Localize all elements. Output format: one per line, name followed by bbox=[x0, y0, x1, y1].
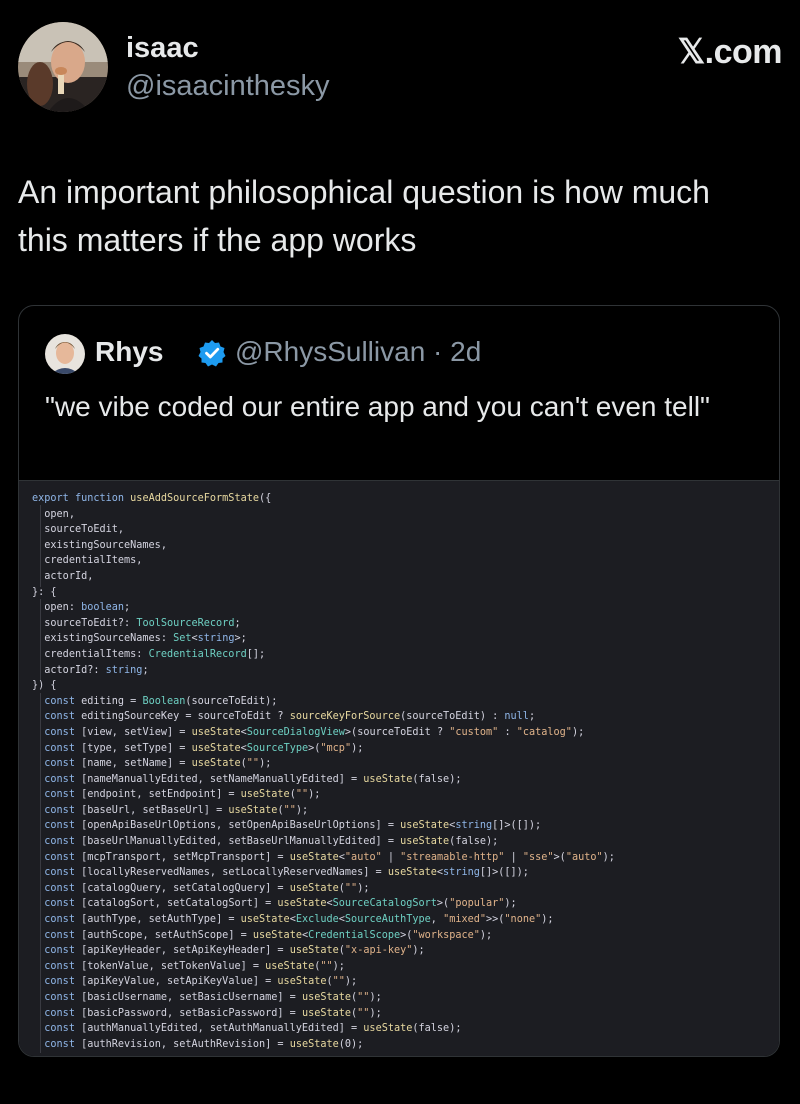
tweet-text: An important philosophical question is h… bbox=[18, 174, 710, 258]
code-line: const [view, setView] = useState<SourceD… bbox=[44, 726, 585, 738]
x-logo: 𝕏.com bbox=[677, 33, 783, 71]
quoted-tweet[interactable]: Rhys @RhysSullivan · 2d "we vibe coded o… bbox=[18, 305, 780, 1057]
code-line: const [nameManuallyEdited, setNameManual… bbox=[44, 773, 462, 785]
code-line: export function useAddSourceFormState({ bbox=[32, 493, 272, 504]
author-handle[interactable]: @isaacinthesky bbox=[126, 70, 330, 103]
code-line: const [authRevision, setAuthRevision] = … bbox=[44, 1038, 364, 1050]
code-block: export function useAddSourceFormState({ … bbox=[32, 491, 615, 1052]
code-line: const [mcpTransport, setMcpTransport] = … bbox=[44, 851, 615, 863]
code-line: actorId, bbox=[44, 570, 94, 582]
code-screenshot: export function useAddSourceFormState({ … bbox=[19, 480, 779, 1056]
code-line: credentialItems: CredentialRecord[]; bbox=[44, 648, 266, 660]
code-line: existingSourceNames, bbox=[44, 539, 167, 551]
quoted-author-avatar[interactable] bbox=[45, 334, 85, 374]
code-line: const editingSourceKey = sourceToEdit ? … bbox=[44, 711, 536, 723]
code-line: const [endpoint, setEndpoint] = useState… bbox=[44, 789, 321, 801]
quoted-author-handle[interactable]: @RhysSullivan · 2d bbox=[235, 336, 481, 368]
quoted-tweet-header: Rhys @RhysSullivan · 2d bbox=[45, 334, 765, 374]
code-line: const [type, setType] = useState<SourceT… bbox=[44, 742, 364, 754]
tweet-header: isaac @isaacinthesky 𝕏.com bbox=[18, 22, 783, 118]
code-line: const [basicPassword, setBasicPassword] … bbox=[44, 1007, 382, 1019]
code-line: }) { bbox=[32, 680, 57, 692]
code-line: const [apiKeyValue, setApiKeyValue] = us… bbox=[44, 976, 358, 988]
code-line: const [catalogSort, setCatalogSort] = us… bbox=[44, 898, 517, 910]
code-line: const [authScope, setAuthScope] = useSta… bbox=[44, 929, 493, 941]
code-line: open: boolean; bbox=[44, 602, 131, 614]
code-line: const [name, setName] = useState(""); bbox=[44, 758, 272, 770]
code-line: actorId?: string; bbox=[44, 664, 149, 676]
code-line: const [authManuallyEdited, setAuthManual… bbox=[44, 1023, 462, 1035]
code-line: }: { bbox=[32, 586, 57, 598]
code-line: const [basicUsername, setBasicUsername] … bbox=[44, 992, 382, 1003]
code-line: const [openApiBaseUrlOptions, setOpenApi… bbox=[44, 820, 542, 832]
code-line: sourceToEdit, bbox=[44, 524, 125, 536]
code-line: const [baseUrl, setBaseUrl] = useState("… bbox=[44, 804, 309, 816]
verified-badge-icon bbox=[198, 340, 226, 367]
code-line: const [tokenValue, setTokenValue] = useS… bbox=[44, 960, 345, 972]
quoted-author-name[interactable]: Rhys bbox=[95, 336, 163, 368]
code-line: const [authType, setAuthType] = useState… bbox=[44, 914, 554, 926]
code-line: const [catalogQuery, setCatalogQuery] = … bbox=[44, 882, 370, 894]
quoted-tweet-text: "we vibe coded our entire app and you ca… bbox=[45, 391, 710, 422]
author-name[interactable]: isaac bbox=[126, 32, 199, 65]
code-line: const [apiKeyHeader, setApiKeyHeader] = … bbox=[44, 945, 425, 957]
code-line: credentialItems, bbox=[44, 555, 143, 567]
code-line: sourceToEdit?: ToolSourceRecord; bbox=[44, 617, 241, 629]
code-line: const [locallyReservedNames, setLocallyR… bbox=[44, 867, 529, 879]
code-line: open, bbox=[44, 508, 75, 520]
code-line: const editing = Boolean(sourceToEdit); bbox=[44, 695, 278, 707]
code-line: existingSourceNames: Set<string>; bbox=[44, 633, 247, 645]
code-line: const [baseUrlManuallyEdited, setBaseUrl… bbox=[44, 836, 499, 848]
author-avatar[interactable] bbox=[18, 22, 108, 112]
